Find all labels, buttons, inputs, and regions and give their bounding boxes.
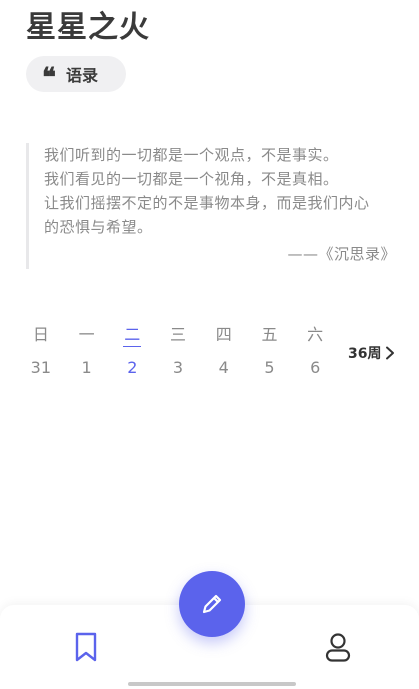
weekday-label: 日 [32, 325, 49, 344]
pencil-icon [202, 594, 222, 614]
quote-tab-label: 语录 [66, 66, 99, 85]
weekday-label: 一 [78, 325, 95, 344]
week-number-label: 36周 [348, 346, 382, 362]
date-cell[interactable]: 3 [155, 358, 201, 377]
date-cell[interactable]: 1 [64, 358, 110, 377]
home-indicator [128, 682, 296, 686]
weekday-label: 五 [261, 325, 278, 344]
weekday-label: 四 [215, 325, 232, 344]
quote-source: ——《沉思录》 [287, 245, 396, 263]
weekday-label: 六 [307, 325, 324, 344]
quote-tab[interactable]: ❝ 语录 [26, 56, 126, 92]
week-number-button[interactable]: 36周 [348, 343, 395, 363]
compose-button[interactable] [179, 571, 245, 637]
chevron-right-icon [386, 346, 395, 360]
weekday-header: 日 一 二 三 四 五 六 [18, 321, 338, 347]
date-cell[interactable]: 4 [201, 358, 247, 377]
date-cell[interactable]: 31 [18, 358, 64, 377]
weekday-label-selected: 二 [109, 321, 155, 347]
profile-icon[interactable] [322, 631, 354, 663]
date-cell[interactable]: 5 [247, 358, 293, 377]
quote-line: 我们听到的一切都是一个观点，不是事实。 [44, 146, 339, 164]
weekday-label: 三 [170, 325, 187, 344]
page-title: 星星之火 [26, 10, 150, 45]
quote-line: 让我们摇摆不定的不是事物本身，而是我们内心 [44, 194, 370, 212]
date-row: 31 1 2 3 4 5 6 [18, 358, 338, 377]
date-cell-selected[interactable]: 2 [109, 358, 155, 377]
date-cell[interactable]: 6 [292, 358, 338, 377]
quote-icon: ❝ [42, 63, 56, 93]
quote-block: 我们听到的一切都是一个观点，不是事实。 我们看见的一切都是一个视角，不是真相。 … [26, 143, 396, 269]
bookmark-icon[interactable] [72, 631, 100, 663]
quote-line: 我们看见的一切都是一个视角，不是真相。 [44, 170, 339, 188]
quote-line: 的恐惧与希望。 [44, 218, 153, 236]
